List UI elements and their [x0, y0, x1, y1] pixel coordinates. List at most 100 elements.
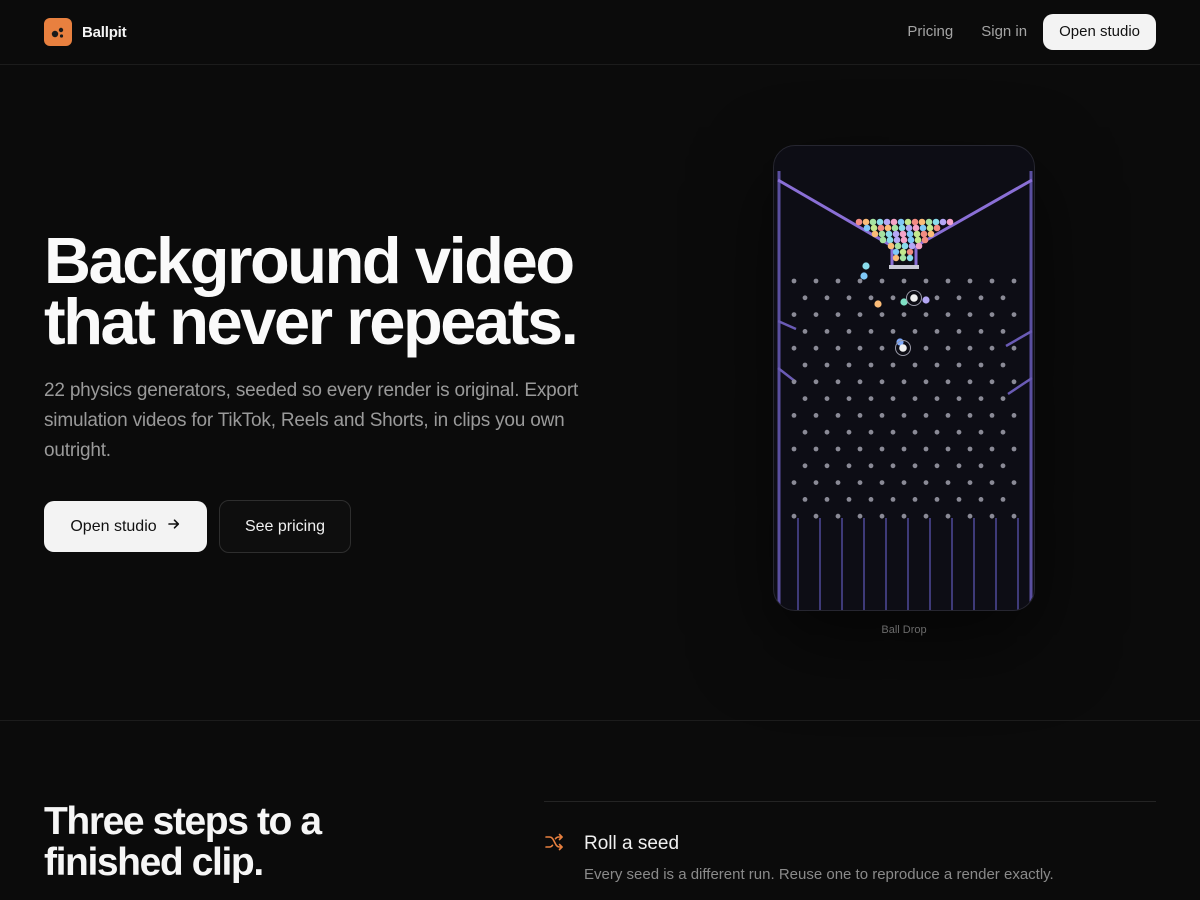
sim-ball	[899, 254, 907, 262]
sim-peg	[868, 463, 874, 469]
sim-peg	[956, 295, 962, 301]
sim-peg	[835, 345, 841, 351]
sim-peg	[901, 513, 907, 519]
sim-ball	[899, 344, 907, 352]
sim-peg	[989, 446, 995, 452]
sim-peg	[901, 312, 907, 317]
sim-peg	[956, 497, 962, 502]
sim-peg	[879, 480, 885, 485]
sim-peg	[824, 329, 830, 334]
sim-ball	[876, 218, 884, 226]
sim-peg	[967, 413, 973, 418]
sim-peg	[813, 312, 819, 317]
sim-ball	[898, 224, 906, 232]
header-nav: Pricing Sign in Open studio	[907, 14, 1156, 50]
sim-peg	[857, 312, 863, 317]
sim-ball	[925, 218, 933, 226]
sim-peg	[989, 345, 995, 351]
nav-link-pricing[interactable]: Pricing	[907, 14, 953, 50]
sim-peg	[813, 413, 819, 418]
sim-peg	[791, 513, 797, 519]
ball-drop-simulation	[777, 171, 1033, 610]
sim-peg	[1011, 312, 1017, 317]
sim-ball	[911, 218, 919, 226]
sim-peg	[901, 379, 907, 385]
sim-ball	[900, 236, 908, 244]
steps-title-line-1: Three steps to a	[44, 800, 322, 843]
sim-peg	[824, 463, 830, 469]
sim-ball	[892, 230, 900, 238]
sim-ball	[886, 236, 894, 244]
sim-peg	[934, 396, 940, 401]
sim-peg	[923, 480, 929, 485]
sim-peg	[945, 278, 951, 284]
sim-peg	[802, 429, 808, 435]
sim-peg	[868, 295, 874, 301]
sim-ball	[899, 230, 907, 238]
sim-peg	[934, 329, 940, 334]
sim-peg	[802, 396, 808, 401]
sim-ball	[894, 242, 902, 250]
sim-peg	[912, 396, 918, 401]
sim-peg	[813, 513, 819, 519]
sim-ball	[901, 242, 909, 250]
sim-ball	[884, 224, 892, 232]
sim-peg	[1011, 513, 1017, 519]
sim-peg	[791, 312, 797, 317]
sim-peg	[879, 312, 885, 317]
sim-ball	[906, 254, 914, 262]
sim-peg	[934, 497, 940, 502]
sim-peg	[923, 278, 929, 284]
hero-see-pricing-button[interactable]: See pricing	[219, 500, 351, 553]
simulation-preview-phone	[773, 145, 1035, 611]
sim-peg	[956, 429, 962, 435]
sim-peg	[835, 379, 841, 385]
sim-peg	[934, 362, 940, 368]
sim-ball	[899, 248, 907, 256]
sim-peg	[923, 413, 929, 418]
sim-peg	[978, 463, 984, 469]
sim-peg	[890, 463, 896, 469]
sim-peg	[824, 396, 830, 401]
nav-open-studio-button[interactable]: Open studio	[1043, 14, 1156, 50]
sim-ball	[939, 218, 947, 226]
brand[interactable]: Ballpit	[44, 18, 127, 46]
steps-section-title: Three steps to a finished clip.	[44, 801, 464, 883]
sim-ball	[892, 254, 900, 262]
sim-peg	[1000, 362, 1006, 368]
sim-ball	[860, 272, 868, 280]
sim-peg	[912, 497, 918, 502]
sim-peg	[802, 295, 808, 301]
sim-peg	[978, 429, 984, 435]
sim-peg	[791, 278, 797, 284]
sim-peg	[879, 278, 885, 284]
sim-peg	[802, 497, 808, 502]
sim-peg	[846, 329, 852, 334]
sim-peg	[945, 446, 951, 452]
sim-ball	[893, 236, 901, 244]
sim-deflector	[1005, 329, 1033, 348]
sim-peg	[956, 463, 962, 469]
sim-ball	[933, 224, 941, 232]
sim-peg	[945, 513, 951, 519]
nav-link-sign-in[interactable]: Sign in	[981, 14, 1027, 50]
sim-peg	[846, 362, 852, 368]
sim-peg	[802, 362, 808, 368]
sim-peg	[967, 278, 973, 284]
sim-peg	[901, 446, 907, 452]
sim-peg	[945, 312, 951, 317]
sim-peg	[945, 480, 951, 485]
hero-open-studio-button[interactable]: Open studio	[44, 501, 207, 552]
sim-peg	[791, 480, 797, 485]
sim-peg	[978, 396, 984, 401]
hero-title: Background video that never repeats.	[44, 228, 644, 354]
sim-peg	[813, 379, 819, 385]
hero-subtitle: 22 physics generators, seeded so every r…	[44, 380, 579, 461]
sim-ball	[922, 296, 930, 304]
sim-ball	[918, 218, 926, 226]
steps-title-line-2: finished clip.	[44, 841, 264, 884]
sim-peg	[923, 513, 929, 519]
sim-peg	[1000, 329, 1006, 334]
brand-logo-icon	[44, 18, 72, 46]
sim-peg	[846, 497, 852, 502]
